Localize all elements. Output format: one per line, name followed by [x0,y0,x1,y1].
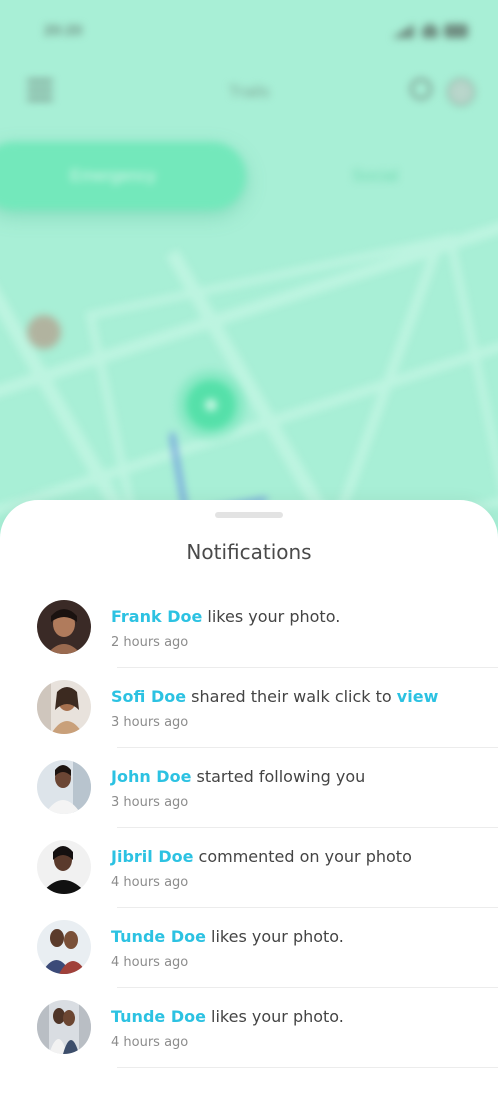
notification-text: Jibril Doe commented on your photo [111,847,412,866]
notification-time: 2 hours ago [111,635,189,650]
notification-action: commented on your photo [193,847,412,866]
user-marker-icon[interactable] [27,315,61,349]
user-name-link[interactable]: John Doe [111,767,191,786]
location-pin-icon[interactable] [186,380,236,430]
notification-action: likes your photo. [205,927,344,946]
notification-action: shared their walk click to [186,687,397,706]
notification-item[interactable]: Tunde Doe likes your photo. 4 hours ago [0,920,498,1000]
divider [117,987,498,988]
notification-time: 3 hours ago [111,715,189,730]
tab-emergency-label: Emergency [70,166,156,185]
avatar[interactable] [37,1000,91,1054]
drag-handle[interactable] [215,512,283,518]
notification-item[interactable]: Sofi Doe shared their walk click to view… [0,680,498,760]
notification-text: John Doe started following you [111,767,365,786]
status-icons [392,24,470,38]
notification-action: likes your photo. [202,607,341,626]
notification-text: Tunde Doe likes your photo. [111,927,344,946]
notification-text: Tunde Doe likes your photo. [111,1007,344,1026]
battery-icon [444,24,468,38]
search-icon[interactable] [410,78,432,100]
notification-time: 4 hours ago [111,875,189,890]
notification-text: Sofi Doe shared their walk click to view [111,687,438,706]
notification-text: Frank Doe likes your photo. [111,607,340,626]
view-link[interactable]: view [397,687,439,706]
app-bar: Trails [0,74,498,108]
notification-time: 3 hours ago [111,795,189,810]
divider [117,1067,498,1068]
divider [117,907,498,908]
notification-action: likes your photo. [205,1007,344,1026]
notification-item[interactable]: John Doe started following you 3 hours a… [0,760,498,840]
notification-action: started following you [191,767,366,786]
notification-time: 4 hours ago [111,955,189,970]
notification-time: 4 hours ago [111,1035,189,1050]
user-name-link[interactable]: Jibril Doe [111,847,193,866]
avatar[interactable] [37,840,91,894]
user-name-link[interactable]: Sofi Doe [111,687,186,706]
background-app: 20:20 Trails Emergency Social [0,0,498,560]
notification-item[interactable]: Jibril Doe commented on your photo 4 hou… [0,840,498,920]
user-name-link[interactable]: Tunde Doe [111,1007,206,1026]
wifi-icon [422,24,438,38]
divider [117,667,498,668]
avatar[interactable] [37,920,91,974]
notifications-sheet: Notifications Frank Doe likes your photo… [0,500,498,1100]
notification-item[interactable]: Tunde Doe likes your photo. 4 hours ago [0,1000,498,1080]
tab-social[interactable]: Social [330,166,420,186]
status-time: 20:20 [44,22,83,39]
user-name-link[interactable]: Tunde Doe [111,927,206,946]
divider [117,827,498,828]
profile-icon[interactable] [447,78,475,106]
user-name-link[interactable]: Frank Doe [111,607,202,626]
avatar[interactable] [37,600,91,654]
status-bar: 20:20 [0,18,498,46]
divider [117,747,498,748]
tab-emergency[interactable]: Emergency [0,142,246,210]
avatar[interactable] [37,760,91,814]
signal-icon [392,24,414,38]
notification-item[interactable]: Frank Doe likes your photo. 2 hours ago [0,600,498,680]
avatar[interactable] [37,680,91,734]
sheet-title: Notifications [186,540,312,564]
